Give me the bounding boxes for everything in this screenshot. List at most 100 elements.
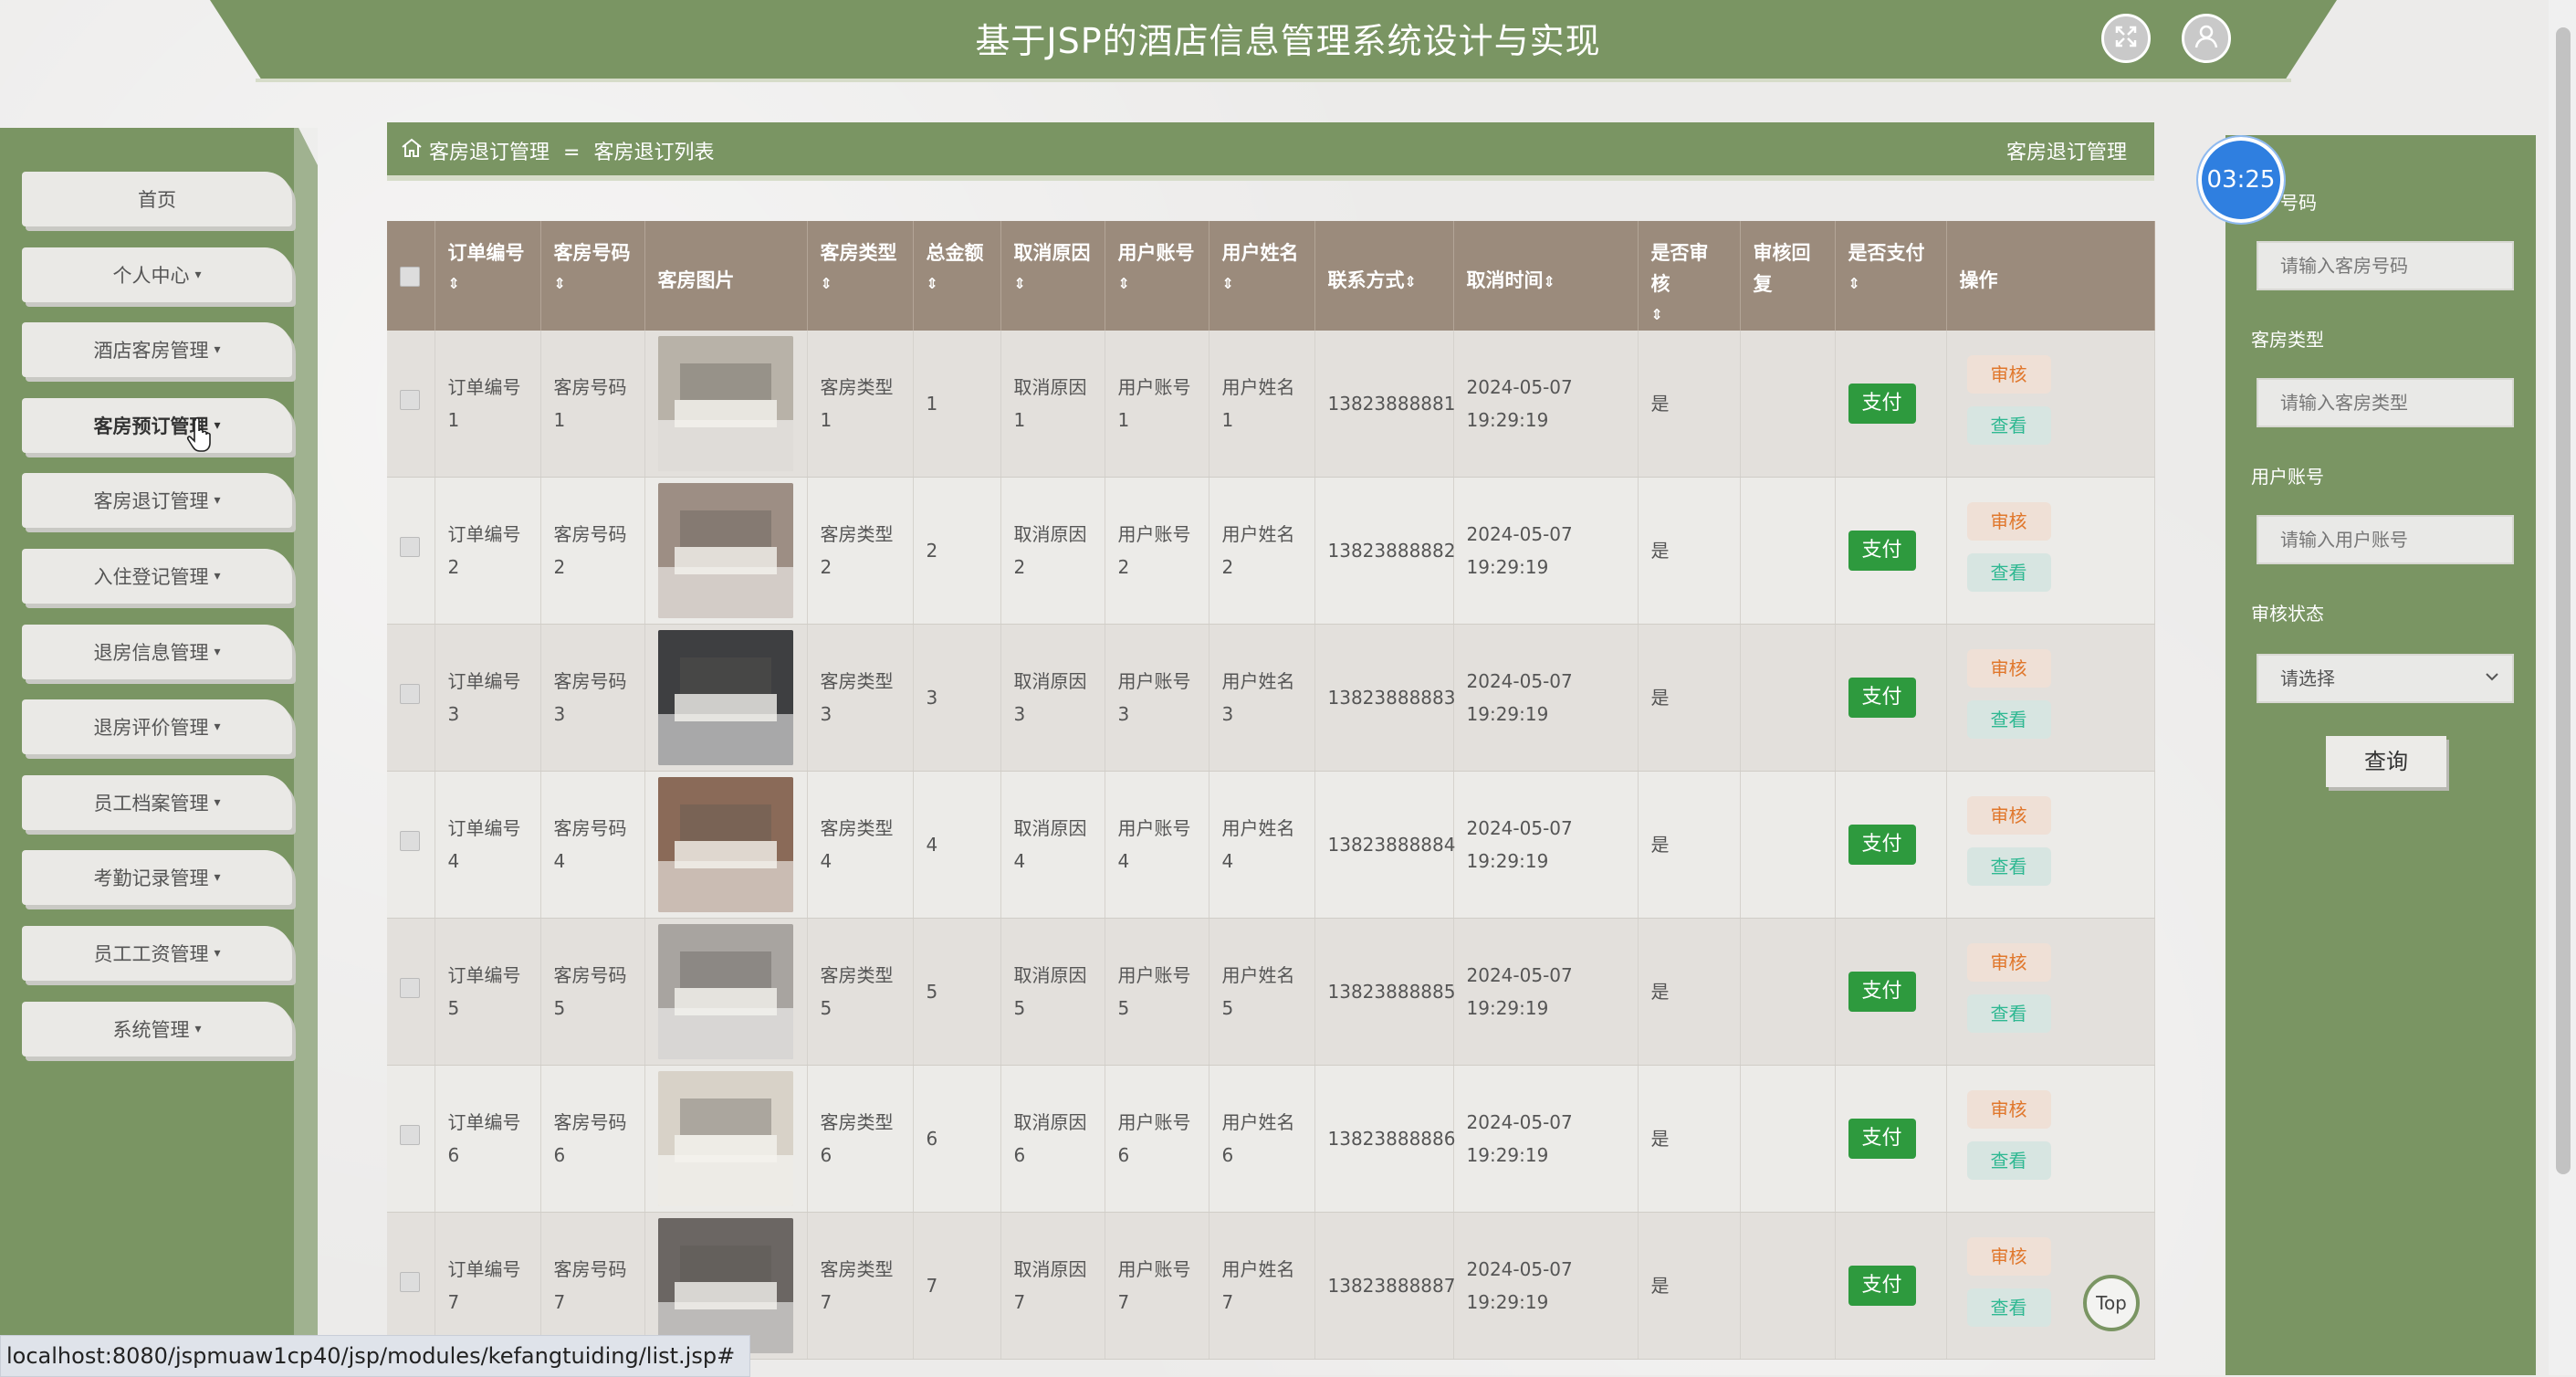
table-row: 订单编号4 客房号码4 客房类型4 4 取消原因4 用户账号4 用户姓名4 138238888… <box>387 771 2155 919</box>
sidebar-item[interactable]: 客房退订管理 ▾ <box>22 473 292 529</box>
sidebar-item[interactable]: 退房评价管理 ▾ <box>22 699 292 755</box>
row-checkbox[interactable] <box>400 1125 420 1145</box>
view-button[interactable]: 查看 <box>1966 1141 2051 1180</box>
room-type: 客房类型2 <box>820 523 894 578</box>
audit-button[interactable]: 审核 <box>1966 943 2051 982</box>
sort-icon[interactable]: ⇕ <box>821 268 900 300</box>
audit-button[interactable]: 审核 <box>1966 1090 2051 1129</box>
column-header-label: 订单编号 <box>447 242 525 264</box>
pay-button[interactable]: 支付 <box>1848 678 1916 718</box>
sidebar-item-label: 酒店客房管理 <box>93 340 209 363</box>
column-header[interactable]: 总金额 ⇕ <box>913 221 1001 331</box>
sort-icon[interactable]: ⇕ <box>554 268 632 300</box>
sidebar-item[interactable]: 酒店客房管理 ▾ <box>22 322 292 378</box>
row-checkbox[interactable] <box>400 831 420 851</box>
caret-down-icon: ▾ <box>194 1021 202 1036</box>
home-icon[interactable] <box>400 137 424 164</box>
contact-phone: 13823888887 <box>1327 1275 1456 1297</box>
scrollbar-thumb[interactable] <box>2556 27 2571 1174</box>
sidebar-item[interactable]: 首页 <box>22 172 292 226</box>
pay-button[interactable]: 支付 <box>1848 1119 1916 1159</box>
pay-button[interactable]: 支付 <box>1848 1266 1916 1306</box>
row-checkbox[interactable] <box>400 390 420 410</box>
view-button[interactable]: 查看 <box>1966 994 2051 1033</box>
audit-button[interactable]: 审核 <box>1966 796 2051 835</box>
column-header[interactable]: 用户姓名 ⇕ <box>1209 221 1315 331</box>
row-checkbox[interactable] <box>400 978 420 998</box>
cancel-time: 2024-05-07 19:29:19 <box>1466 1258 1573 1313</box>
room-photo[interactable] <box>657 1071 794 1206</box>
room-number: 客房号码3 <box>553 670 627 725</box>
row-checkbox[interactable] <box>400 684 420 704</box>
row-checkbox[interactable] <box>400 1272 420 1292</box>
pay-button[interactable]: 支付 <box>1848 384 1916 424</box>
column-header[interactable]: 联系方式⇕ <box>1314 221 1454 331</box>
room-photo[interactable] <box>657 630 794 765</box>
pay-button[interactable]: 支付 <box>1848 531 1916 571</box>
view-button[interactable]: 查看 <box>1966 553 2051 592</box>
sidebar-item[interactable]: 个人中心 ▾ <box>22 247 292 302</box>
audit-button[interactable]: 审核 <box>1966 355 2051 394</box>
sort-icon[interactable]: ⇕ <box>1014 268 1092 300</box>
sidebar-item[interactable]: 员工工资管理 ▾ <box>22 926 292 981</box>
sidebar-item[interactable]: 客房预订管理 ▾ <box>22 397 292 453</box>
sort-icon[interactable]: ⇕ <box>1651 300 1727 331</box>
sidebar-item-label: 考勤记录管理 <box>93 867 209 890</box>
sort-icon[interactable]: ⇕ <box>1544 273 1555 290</box>
sidebar-item[interactable]: 系统管理 ▾ <box>22 1001 292 1056</box>
view-button[interactable]: 查看 <box>1966 406 2051 445</box>
room-photo[interactable] <box>657 777 794 912</box>
sort-icon[interactable]: ⇕ <box>927 268 988 300</box>
sort-icon[interactable]: ⇕ <box>1405 273 1417 290</box>
column-header[interactable]: 客房类型 ⇕ <box>807 221 914 331</box>
room-number-input[interactable]: 请输入客房号码 <box>2257 241 2514 290</box>
back-to-top-button[interactable]: Top <box>2083 1275 2140 1331</box>
pay-button[interactable]: 支付 <box>1848 825 1916 865</box>
table-row: 订单编号5 客房号码5 客房类型5 5 取消原因5 用户账号5 用户姓名5 138238888… <box>387 918 2155 1066</box>
user-menu-button[interactable] <box>2182 14 2231 63</box>
audit-button[interactable]: 审核 <box>1966 1237 2051 1276</box>
view-button[interactable]: 查看 <box>1966 1288 2051 1327</box>
cancel-reason: 取消原因3 <box>1013 670 1087 725</box>
breadcrumb-root[interactable]: 客房退订管理 <box>429 142 550 164</box>
view-button[interactable]: 查看 <box>1966 700 2051 739</box>
select-all-header[interactable] <box>387 221 435 331</box>
audit-button[interactable]: 审核 <box>1966 502 2051 541</box>
column-header-label: 客房类型 <box>820 242 897 264</box>
column-header-label: 操作 <box>1959 269 1998 291</box>
room-photo[interactable] <box>657 924 794 1059</box>
sidebar-item[interactable]: 员工档案管理 ▾ <box>22 774 292 830</box>
sort-icon[interactable]: ⇕ <box>1118 268 1196 300</box>
user-account: 用户账号7 <box>1117 1258 1191 1313</box>
column-header[interactable]: 客房号码 ⇕ <box>540 221 645 331</box>
column-header[interactable]: 用户账号 ⇕ <box>1105 221 1209 331</box>
sort-icon[interactable]: ⇕ <box>1848 268 1933 300</box>
sort-icon[interactable]: ⇕ <box>1222 268 1302 300</box>
room-type-input[interactable]: 请输入客房类型 <box>2257 378 2514 427</box>
user-account-input[interactable]: 请输入用户账号 <box>2257 515 2514 564</box>
audit-button[interactable]: 审核 <box>1966 649 2051 688</box>
select-all-checkbox[interactable] <box>400 267 420 287</box>
column-header[interactable]: 是否审核 ⇕ <box>1638 221 1741 331</box>
fullscreen-button[interactable] <box>2101 14 2151 63</box>
room-number: 客房号码6 <box>553 1111 627 1166</box>
sort-icon[interactable]: ⇕ <box>448 268 528 300</box>
audit-status-select[interactable]: 请选择 <box>2257 654 2514 703</box>
query-button[interactable]: 查询 <box>2326 736 2446 787</box>
sidebar-item[interactable]: 入住登记管理 ▾ <box>22 549 292 604</box>
sidebar-item[interactable]: 退房信息管理 ▾ <box>22 624 292 679</box>
room-photo[interactable] <box>657 336 794 471</box>
audit-status: 是 <box>1650 1275 1670 1297</box>
column-header[interactable]: 取消时间⇕ <box>1453 221 1639 331</box>
pay-button[interactable]: 支付 <box>1848 972 1916 1012</box>
room-photo[interactable] <box>657 483 794 618</box>
sidebar-item-label: 首页 <box>138 189 176 211</box>
user-icon <box>2193 23 2220 54</box>
column-header[interactable]: 订单编号 ⇕ <box>435 221 541 331</box>
column-header[interactable]: 是否支付 ⇕ <box>1835 221 1947 331</box>
row-checkbox[interactable] <box>400 537 420 557</box>
sidebar-item[interactable]: 考勤记录管理 ▾ <box>22 850 292 906</box>
room-photo[interactable] <box>657 1218 794 1353</box>
column-header[interactable]: 取消原因 ⇕ <box>1000 221 1105 331</box>
view-button[interactable]: 查看 <box>1966 847 2051 886</box>
